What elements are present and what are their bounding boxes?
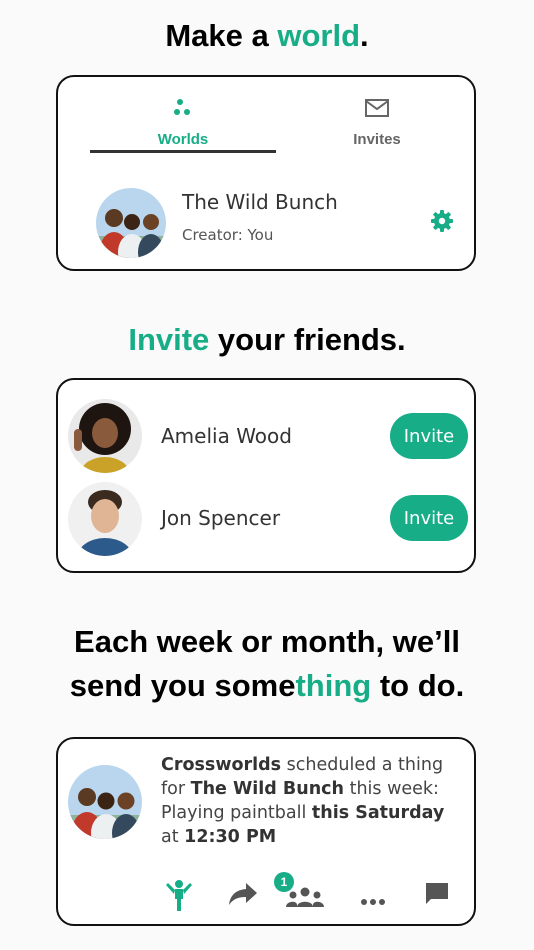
- invite-jon-button[interactable]: Invite: [390, 495, 468, 541]
- headline-text: to do.: [371, 668, 465, 703]
- notification-world: The Wild Bunch: [190, 779, 345, 799]
- active-tab-indicator: [90, 150, 276, 153]
- notification-fragment: scheduled a thing: [281, 755, 444, 775]
- worlds-dots-icon: [172, 97, 194, 124]
- tab-invites-label: Invites: [353, 131, 401, 148]
- share-arrow-icon[interactable]: [228, 881, 258, 912]
- group-photo-avatar: [68, 765, 142, 839]
- notification-time: 12:30 PM: [184, 827, 277, 847]
- headline-accent-text: world: [277, 18, 361, 53]
- mail-icon: [364, 97, 390, 124]
- headline-text: your friends.: [209, 322, 406, 357]
- tab-bar: Worlds Invites: [58, 77, 474, 155]
- notification-fragment: this week:: [344, 779, 439, 799]
- comment-icon[interactable]: [424, 881, 450, 912]
- gear-icon[interactable]: [430, 209, 454, 238]
- headline-each-week: Each week or month, we’ll send you somet…: [0, 620, 534, 708]
- tab-worlds[interactable]: Worlds: [90, 91, 276, 153]
- notification-sender: Crossworlds: [161, 755, 282, 775]
- headline-accent-text: thing: [295, 668, 372, 703]
- world-creator: Creator: You: [182, 226, 274, 244]
- headline-invite-friends: Invite your friends.: [0, 318, 534, 362]
- friend-avatar: [68, 399, 142, 473]
- people-group-icon[interactable]: [286, 887, 324, 914]
- notification-when: this Saturday: [311, 803, 445, 823]
- tab-invites[interactable]: Invites: [284, 91, 470, 153]
- invite-amelia-button[interactable]: Invite: [390, 413, 468, 459]
- group-photo-avatar[interactable]: [96, 188, 166, 258]
- worlds-card: Worlds Invites The Wild Bunch Creator: Y: [56, 75, 476, 271]
- headline-accent-text: Invite: [128, 322, 210, 357]
- notification-card: Crossworlds scheduled a thing for The Wi…: [56, 737, 476, 926]
- tab-worlds-label: Worlds: [157, 131, 209, 148]
- friend-name: Jon Spencer: [161, 506, 281, 530]
- world-name[interactable]: The Wild Bunch: [182, 190, 338, 214]
- notification-activity: Playing paintball: [161, 803, 312, 823]
- headline-text: .: [360, 18, 369, 53]
- more-dots-icon[interactable]: [360, 893, 386, 911]
- headline-line2: send you something to do.: [0, 664, 534, 708]
- notification-text: Crossworlds scheduled a thing for The Wi…: [161, 753, 461, 849]
- headline-text: Make a: [165, 18, 278, 53]
- notification-fragment: at: [161, 827, 185, 847]
- headline-text: send you some: [69, 668, 296, 703]
- headline-make-world: Make a world.: [0, 14, 534, 58]
- notification-badge: 1: [274, 872, 294, 892]
- notification-fragment: for: [161, 779, 191, 799]
- headline-text: Each week or month, we’ll: [74, 624, 460, 659]
- friend-avatar: [68, 482, 142, 556]
- friend-name: Amelia Wood: [161, 424, 292, 448]
- friends-card: Amelia Wood Invite Jon Spencer Invite: [56, 378, 476, 573]
- activity-person-icon[interactable]: [166, 879, 192, 918]
